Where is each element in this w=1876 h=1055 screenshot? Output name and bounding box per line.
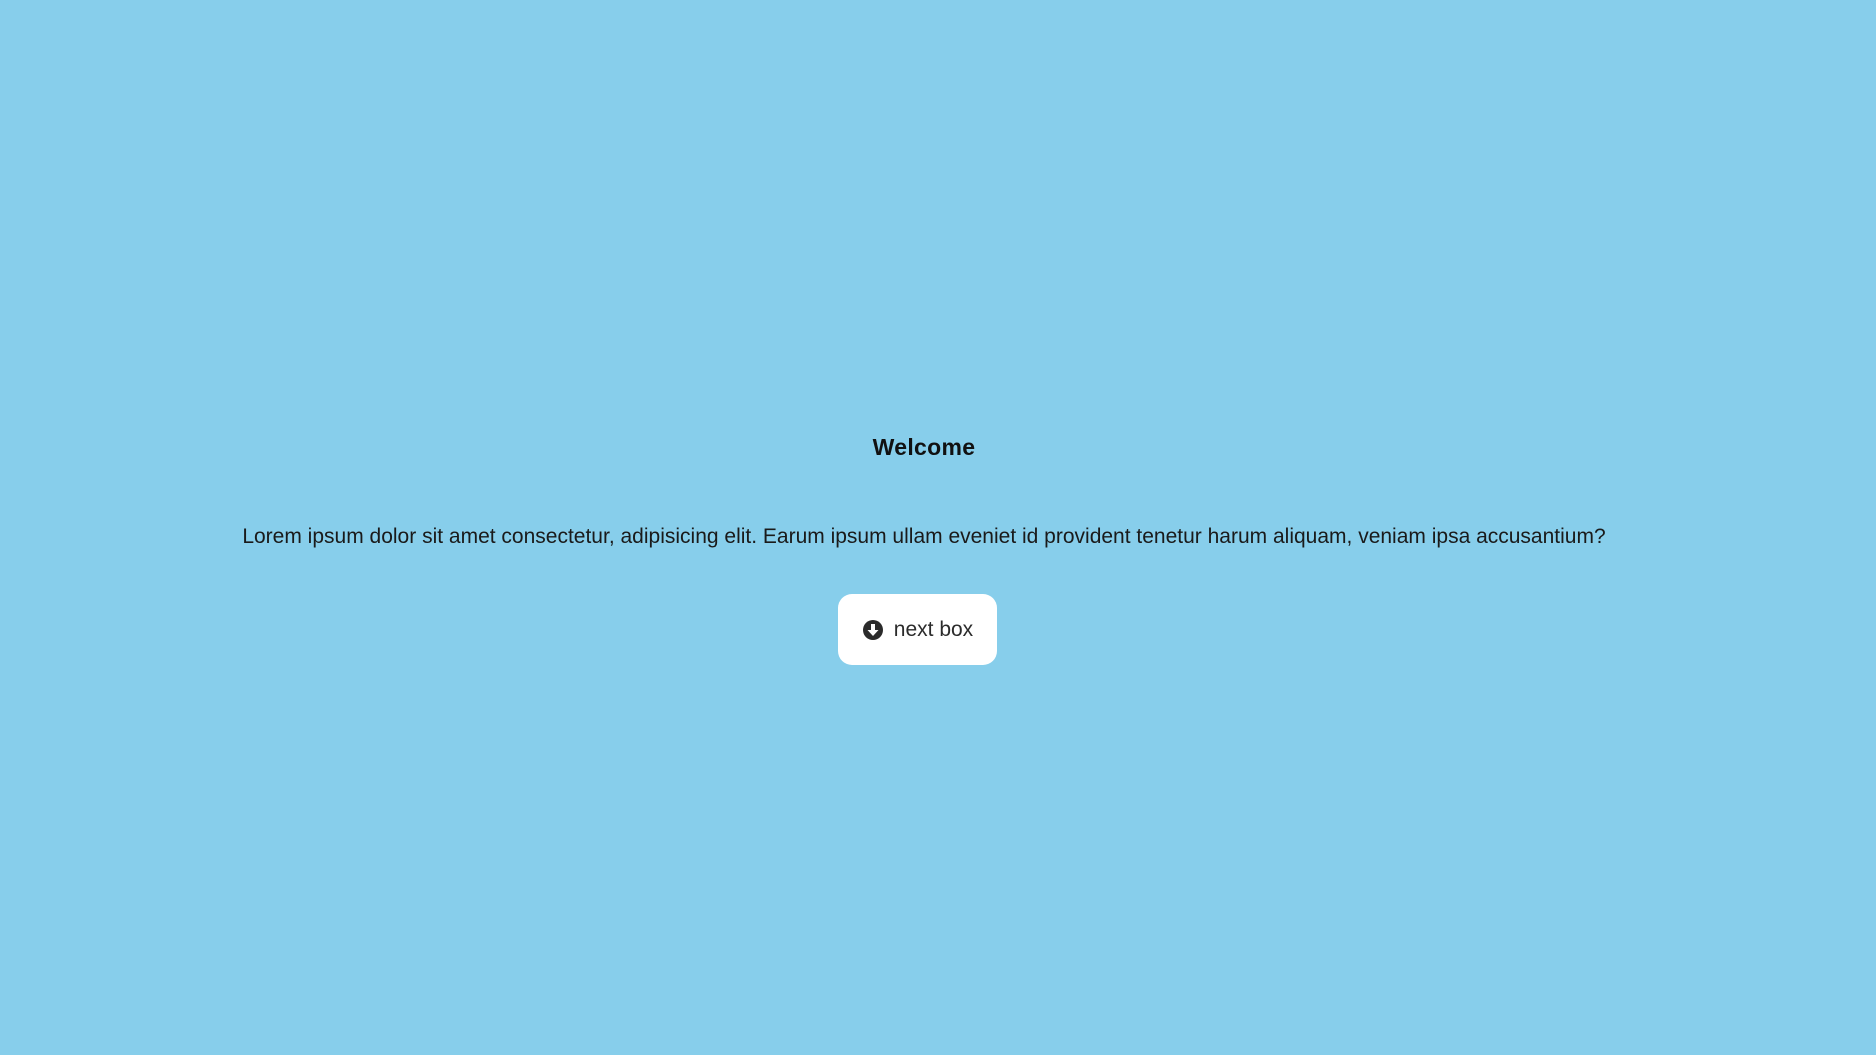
arrow-circle-down-icon <box>862 619 884 641</box>
box-text: Lorem ipsum dolor sit amet consectetur, … <box>242 525 1606 548</box>
next-box-button[interactable]: next box <box>838 594 997 665</box>
next-box-label: next box <box>893 617 974 641</box>
welcome-box: Welcome Lorem ipsum dolor sit amet conse… <box>0 0 1876 1055</box>
box-title: Welcome <box>872 434 976 460</box>
